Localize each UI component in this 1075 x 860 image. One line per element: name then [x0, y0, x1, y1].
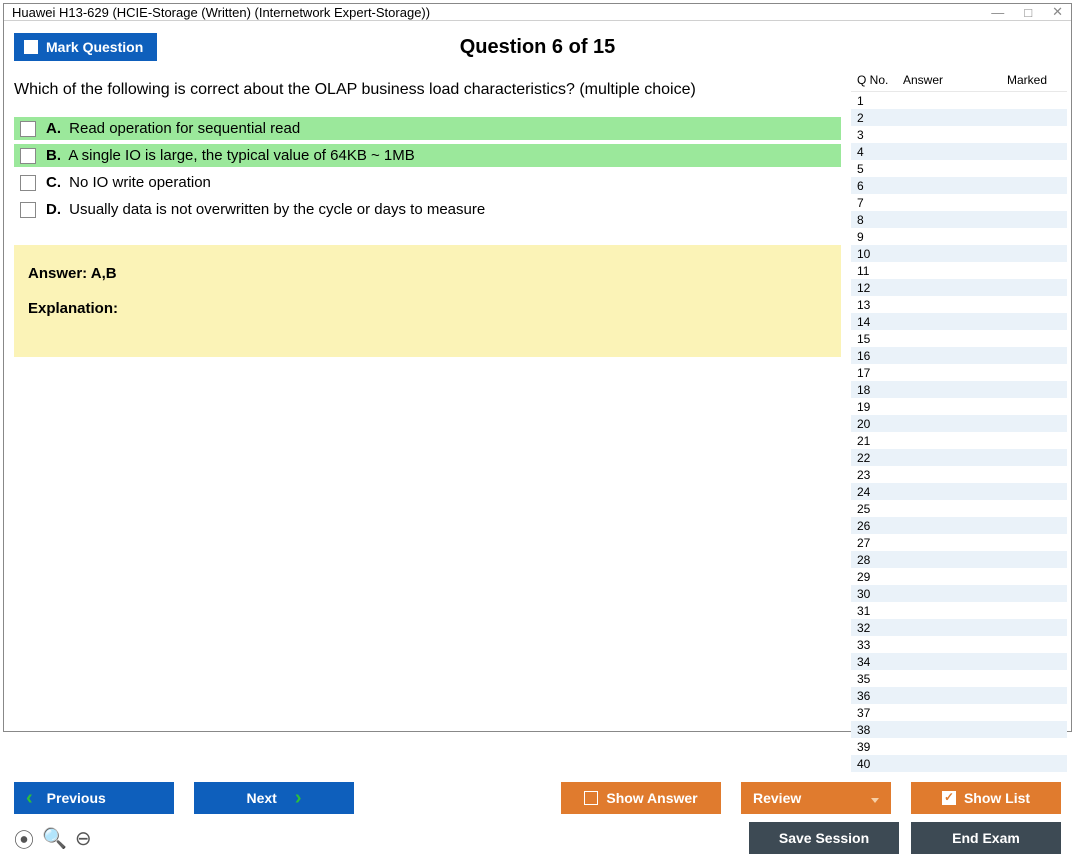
top-row: Mark Question Question 6 of 15 — [4, 21, 1071, 69]
option-row[interactable]: A. Read operation for sequential read — [14, 117, 841, 140]
options-list: A. Read operation for sequential read B. … — [14, 117, 841, 221]
option-row[interactable]: C. No IO write operation — [14, 171, 841, 194]
qlist-row[interactable]: 20 — [851, 415, 1067, 432]
mark-checkbox-icon — [24, 40, 38, 54]
show-list-button[interactable]: Show List — [911, 782, 1061, 814]
qlist-row[interactable]: 31 — [851, 602, 1067, 619]
bottom-bar: Previous Next Show Answer Review Show Li… — [4, 772, 1071, 860]
option-checkbox[interactable] — [20, 175, 36, 191]
qlist-row[interactable]: 30 — [851, 585, 1067, 602]
zoom-controls: ⦿ 🔍 ⊖ — [14, 824, 92, 853]
previous-button[interactable]: Previous — [14, 782, 174, 814]
qlist-row[interactable]: 25 — [851, 500, 1067, 517]
qlist-row[interactable]: 26 — [851, 517, 1067, 534]
qlist-row[interactable]: 1 — [851, 92, 1067, 109]
main-area: Which of the following is correct about … — [4, 69, 1071, 772]
qlist-row[interactable]: 23 — [851, 466, 1067, 483]
zoom-out-icon[interactable]: ⊖ — [75, 826, 92, 851]
qlist-row[interactable]: 34 — [851, 653, 1067, 670]
col-qno: Q No. — [857, 73, 903, 87]
option-text: B. A single IO is large, the typical val… — [46, 147, 415, 164]
show-answer-checkbox-icon — [584, 791, 598, 805]
button-row-1: Previous Next Show Answer Review Show Li… — [14, 782, 1061, 814]
qlist-row[interactable]: 7 — [851, 194, 1067, 211]
qlist-row[interactable]: 24 — [851, 483, 1067, 500]
qlist-row[interactable]: 32 — [851, 619, 1067, 636]
close-icon[interactable]: ✕ — [1052, 4, 1063, 20]
qlist-row[interactable]: 12 — [851, 279, 1067, 296]
qlist-row[interactable]: 11 — [851, 262, 1067, 279]
qlist-row[interactable]: 15 — [851, 330, 1067, 347]
next-button[interactable]: Next — [194, 782, 354, 814]
qlist-body[interactable]: 1234567891011121314151617181920212223242… — [851, 91, 1067, 772]
qlist-row[interactable]: 38 — [851, 721, 1067, 738]
question-text: Which of the following is correct about … — [14, 81, 841, 99]
qlist-row[interactable]: 19 — [851, 398, 1067, 415]
col-answer: Answer — [903, 73, 993, 87]
question-list-pane: Q No. Answer Marked 12345678910111213141… — [851, 69, 1071, 772]
qlist-row[interactable]: 16 — [851, 347, 1067, 364]
qlist-row[interactable]: 22 — [851, 449, 1067, 466]
qlist-row[interactable]: 37 — [851, 704, 1067, 721]
option-checkbox[interactable] — [20, 148, 36, 164]
mark-label: Mark Question — [46, 39, 143, 55]
qlist-row[interactable]: 21 — [851, 432, 1067, 449]
qlist-header: Q No. Answer Marked — [851, 69, 1067, 91]
show-list-checkbox-icon — [942, 791, 956, 805]
option-checkbox[interactable] — [20, 121, 36, 137]
qlist-row[interactable]: 10 — [851, 245, 1067, 262]
qlist-row[interactable]: 3 — [851, 126, 1067, 143]
minimize-icon[interactable]: — — [991, 5, 1004, 20]
option-row[interactable]: D. Usually data is not overwritten by th… — [14, 198, 841, 221]
col-marked: Marked — [993, 73, 1061, 87]
qlist-row[interactable]: 29 — [851, 568, 1067, 585]
qlist-row[interactable]: 17 — [851, 364, 1067, 381]
end-exam-button[interactable]: End Exam — [911, 822, 1061, 854]
option-text: D. Usually data is not overwritten by th… — [46, 201, 485, 218]
qlist-row[interactable]: 28 — [851, 551, 1067, 568]
qlist-row[interactable]: 4 — [851, 143, 1067, 160]
content: Mark Question Question 6 of 15 Which of … — [4, 21, 1071, 860]
question-pane: Which of the following is correct about … — [4, 69, 851, 772]
qlist-row[interactable]: 2 — [851, 109, 1067, 126]
qlist-row[interactable]: 13 — [851, 296, 1067, 313]
mark-question-button[interactable]: Mark Question — [14, 33, 157, 61]
window-controls: — □ ✕ — [991, 4, 1063, 20]
qlist-row[interactable]: 9 — [851, 228, 1067, 245]
answer-box: Answer: A,B Explanation: — [14, 245, 841, 357]
option-text: A. Read operation for sequential read — [46, 120, 300, 137]
qlist-row[interactable]: 8 — [851, 211, 1067, 228]
qlist-row[interactable]: 18 — [851, 381, 1067, 398]
option-text: C. No IO write operation — [46, 174, 211, 191]
save-session-button[interactable]: Save Session — [749, 822, 899, 854]
qlist-row[interactable]: 39 — [851, 738, 1067, 755]
qlist-row[interactable]: 27 — [851, 534, 1067, 551]
qlist-row[interactable]: 5 — [851, 160, 1067, 177]
titlebar: Huawei H13-629 (HCIE-Storage (Written) (… — [4, 4, 1071, 21]
maximize-icon[interactable]: □ — [1024, 5, 1032, 20]
qlist-row[interactable]: 35 — [851, 670, 1067, 687]
chevron-down-icon — [871, 790, 879, 806]
qlist-row[interactable]: 36 — [851, 687, 1067, 704]
qlist-row[interactable]: 14 — [851, 313, 1067, 330]
exam-window: Huawei H13-629 (HCIE-Storage (Written) (… — [3, 3, 1072, 732]
qlist-row[interactable]: 40 — [851, 755, 1067, 772]
button-row-2: ⦿ 🔍 ⊖ Save Session End Exam — [14, 822, 1061, 854]
zoom-in-icon[interactable]: 🔍 — [42, 826, 67, 851]
review-button[interactable]: Review — [741, 782, 891, 814]
question-number: Question 6 of 15 — [460, 36, 616, 59]
show-answer-button[interactable]: Show Answer — [561, 782, 721, 814]
explanation-label: Explanation: — [28, 300, 827, 317]
option-row[interactable]: B. A single IO is large, the typical val… — [14, 144, 841, 167]
option-checkbox[interactable] — [20, 202, 36, 218]
answer-label: Answer: A,B — [28, 265, 117, 282]
qlist-row[interactable]: 6 — [851, 177, 1067, 194]
window-title: Huawei H13-629 (HCIE-Storage (Written) (… — [12, 5, 430, 20]
qlist-row[interactable]: 33 — [851, 636, 1067, 653]
zoom-reset-icon[interactable]: ⦿ — [14, 824, 34, 853]
